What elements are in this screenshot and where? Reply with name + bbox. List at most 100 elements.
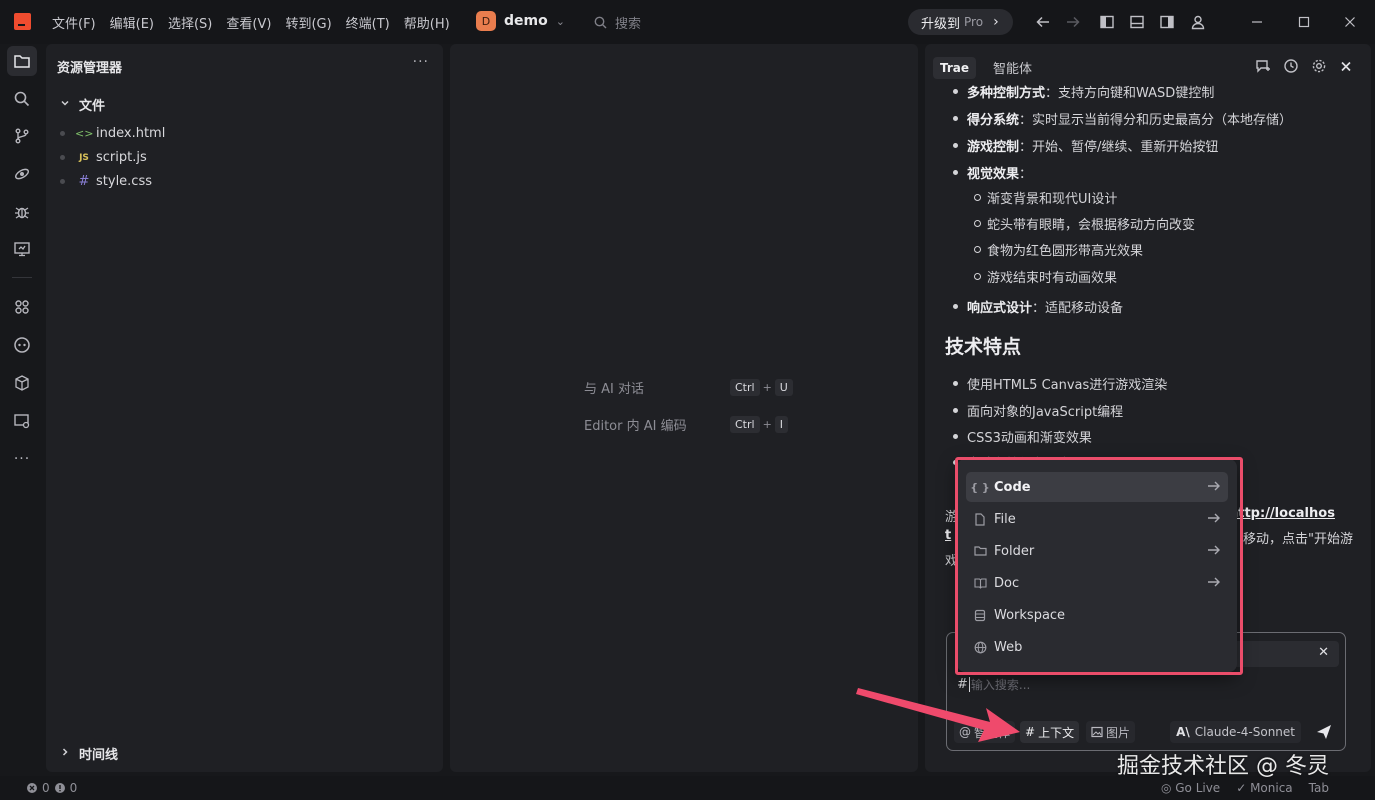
menu-edit[interactable]: 编辑(E) [110,13,154,32]
book-icon [966,577,994,589]
arrow-right-icon [1208,513,1220,523]
dropdown-item-doc[interactable]: Doc [966,568,1228,598]
remove-context-icon[interactable]: ✕ [1318,645,1329,660]
menu-terminal[interactable]: 终端(T) [346,13,390,32]
close-window-icon[interactable] [1340,12,1360,32]
mention-label: 智能体 [974,725,1011,740]
debug-icon[interactable] [7,197,37,227]
app-logo-icon [14,13,31,30]
close-icon[interactable] [1339,58,1353,74]
chat-input[interactable]: # 输入搜索... [957,676,1030,693]
context-dropdown: { } Code File Folder Doc Workspace Web [957,459,1237,672]
file-name: style.css [96,174,152,189]
file-item-script-js[interactable]: JS script.js [60,150,147,165]
menu-goto[interactable]: 转到(G) [285,13,331,32]
dropdown-label: File [994,511,1016,527]
image-icon [1091,726,1103,738]
project-switcher[interactable]: D demo ⌄ [476,11,565,31]
database-icon [966,609,994,622]
maximize-icon[interactable] [1294,12,1314,32]
tab-status[interactable]: Tab [1309,781,1329,795]
timeline-section[interactable]: 时间线 [60,744,118,763]
image-button[interactable]: 图片 [1086,721,1136,743]
chevron-right-icon: › [993,14,999,30]
arrow-right-icon [1208,481,1220,491]
menu-file[interactable]: 文件(F) [52,13,96,32]
file-item-index-html[interactable]: <> index.html [60,126,165,141]
more-options-icon[interactable]: ··· [413,54,429,70]
image-label: 图片 [1106,725,1131,740]
account-icon[interactable] [1188,12,1208,32]
more-icon[interactable]: ··· [7,444,37,474]
project-name: demo [504,13,548,29]
remote-explorer-icon[interactable] [7,406,37,436]
tab-trae[interactable]: Trae [933,56,977,79]
minimize-icon[interactable] [1247,12,1267,32]
file-item-style-css[interactable]: # style.css [60,174,152,189]
tab-agent[interactable]: 智能体 [986,54,1039,81]
explorer-panel: 资源管理器 ··· 文件 <> index.html JS script.js … [46,44,443,772]
menu-select[interactable]: 选择(S) [168,13,212,32]
dropdown-item-folder[interactable]: Folder [966,536,1228,566]
toggle-panel-icon[interactable] [1127,12,1147,32]
toggle-aux-bar-icon[interactable] [1157,12,1177,32]
code-braces-icon: { } [970,480,990,494]
dropdown-item-file[interactable]: File [966,504,1228,534]
chevron-right-icon [60,746,70,761]
watermark: 掘金技术社区 @ 冬灵 [1117,754,1329,779]
package-icon[interactable] [7,368,37,398]
folder-node[interactable]: 文件 [60,95,105,114]
app-window: 文件(F) 编辑(E) 选择(S) 查看(V) 转到(G) 终端(T) 帮助(H… [0,0,1375,800]
explorer-icon[interactable] [7,46,37,76]
css-file-icon: # [78,174,90,189]
agent-icon[interactable] [7,330,37,360]
upgrade-button[interactable]: 升级到 Pro › [908,9,1013,35]
extensions-icon[interactable] [7,292,37,322]
toggle-sidebar-icon[interactable] [1097,12,1117,32]
status-right: ◎ Go Live ✓ Monica Tab [1161,781,1329,795]
paragraph-text: t [945,528,952,543]
activity-bar: ··· [0,44,44,776]
source-control-icon[interactable] [7,121,37,151]
dropdown-item-web[interactable]: Web [966,632,1228,662]
error-icon [27,783,37,793]
list-item: 视觉效果： [952,163,1032,182]
list-item: CSS3动画和渐变效果 [953,427,1092,446]
menu-help[interactable]: 帮助(H) [404,13,450,32]
sub-list-item: 蛇头带有眼睛，会根据移动方向改变 [973,214,1195,233]
remote-icon[interactable] [7,159,37,189]
search-icon[interactable] [7,84,37,114]
anthropic-logo-icon: A\ [1176,725,1190,739]
back-arrow-icon[interactable] [1033,12,1053,32]
preview-icon[interactable] [7,234,37,264]
command-search[interactable]: 搜索 [594,13,641,32]
list-item: 使用HTML5 Canvas进行游戏渲染 [952,374,1167,393]
forward-arrow-icon[interactable] [1063,12,1083,32]
js-file-icon: JS [79,152,89,163]
send-icon[interactable] [1315,723,1333,745]
globe-icon [966,641,994,654]
history-icon[interactable] [1283,58,1299,74]
go-live-button[interactable]: ◎ Go Live [1161,781,1220,795]
dropdown-item-code[interactable]: { } Code [966,472,1228,502]
new-chat-icon[interactable] [1255,58,1271,74]
chevron-down-icon: ⌄ [555,14,565,28]
context-button[interactable]: # 上下文 [1020,721,1080,743]
dropdown-label: Web [994,639,1023,655]
dropdown-item-workspace[interactable]: Workspace [966,600,1228,630]
gear-icon[interactable] [1311,58,1327,74]
at-icon: @ [959,725,971,739]
input-placeholder: 输入搜索... [970,678,1031,692]
mention-agent-button[interactable]: @ 智能体 [954,721,1016,743]
chevron-down-icon [60,97,70,112]
upgrade-pro: Pro [964,15,984,29]
menu-view[interactable]: 查看(V) [226,13,271,32]
search-placeholder: 搜索 [615,17,642,32]
problems-indicator[interactable]: 0 0 [26,781,77,795]
file-dot [60,131,65,136]
list-item: 响应式设计：适配移动设备 [952,297,1123,316]
monica-status[interactable]: ✓ Monica [1236,781,1292,795]
local-url-link[interactable]: http://localhos [1229,506,1335,521]
search-icon [594,16,607,29]
model-selector[interactable]: A\ Claude-4-Sonnet [1170,721,1301,743]
